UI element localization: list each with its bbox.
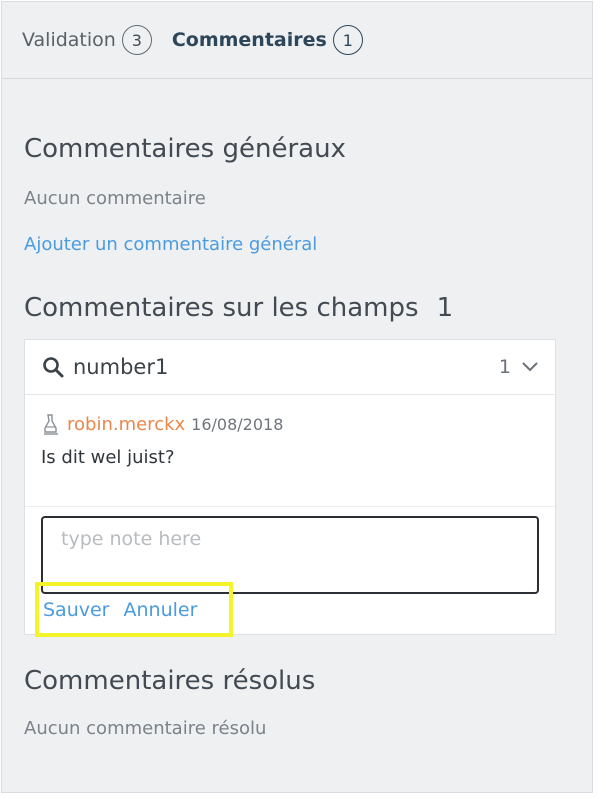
general-comments-title: Commentaires généraux [24,134,346,164]
general-comments-empty: Aucun commentaire [24,188,206,209]
tab-validation-count: 3 [121,25,152,55]
resolved-comments-title: Commentaires résolus [24,666,316,696]
field-comments-title: Commentaires sur les champs 1 [24,293,453,323]
comment-author[interactable]: robin.merckx [67,414,185,435]
field-search-value: number1 [73,355,169,379]
user-icon [44,414,58,435]
note-actions-highlight: Sauver Annuler [35,582,233,637]
comments-panel: Validation 3 Commentaires 1 Commentaires… [1,1,593,793]
tab-bar: Validation 3 Commentaires 1 [2,2,592,79]
comment-text: Is dit wel juist? [41,447,175,468]
field-comments-title-text: Commentaires sur les champs [24,293,419,323]
field-comments-count: 1 [436,293,454,323]
chevron-down-icon[interactable] [521,361,539,373]
resolved-comments-empty: Aucun commentaire résolu [24,718,267,739]
tab-commentaires-label: Commentaires [171,29,327,51]
comment-meta: robin.merckx 16/08/2018 [41,413,539,435]
cancel-button[interactable]: Annuler [124,599,198,621]
field-comment-card: number1 1 robin.merckx 16/08/2018 Is dit… [24,339,556,637]
search-icon [43,357,64,378]
tab-commentaires-count: 1 [332,25,363,55]
tab-validation-label: Validation [22,29,116,51]
tab-validation[interactable]: Validation 3 [22,25,152,55]
comment-item: robin.merckx 16/08/2018 Is dit wel juist… [25,395,555,507]
save-button[interactable]: Sauver [43,599,110,621]
tab-commentaires[interactable]: Commentaires 1 [172,25,363,55]
add-general-comment-link[interactable]: Ajouter un commentaire général [24,234,317,255]
field-search-count: 1 [498,356,511,378]
comment-date: 16/08/2018 [191,414,284,434]
field-search-row[interactable]: number1 1 [25,340,555,395]
